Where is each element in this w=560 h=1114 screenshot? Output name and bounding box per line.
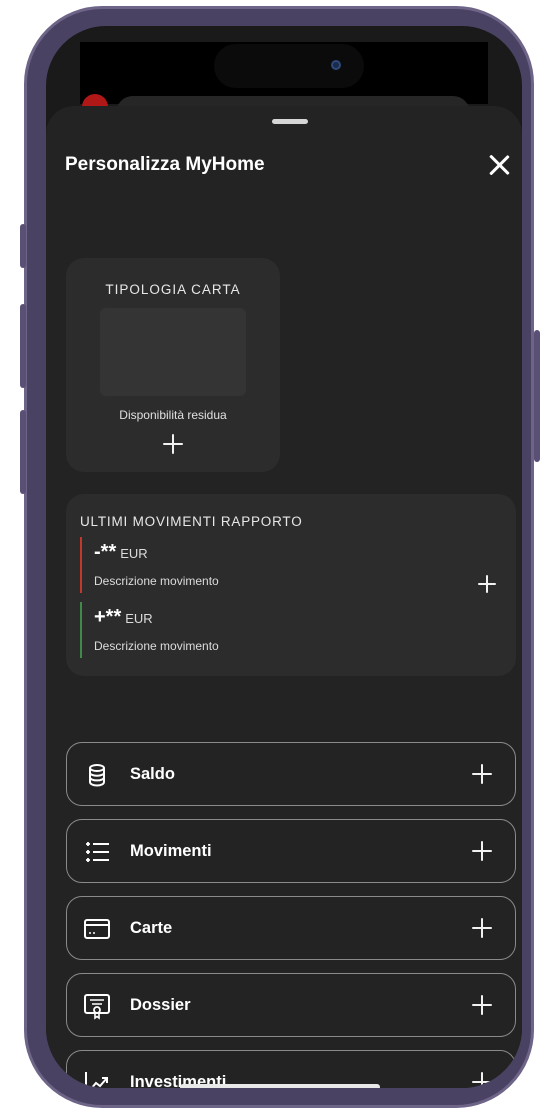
- list-item-dossier[interactable]: Dossier: [66, 973, 516, 1037]
- certificate-icon: [84, 994, 110, 1020]
- credit-card-icon: [84, 919, 110, 939]
- add-investimenti-plus-icon[interactable]: [472, 1072, 492, 1088]
- database-icon: [89, 764, 105, 787]
- card-type-title: TIPOLOGIA CARTA: [105, 282, 241, 297]
- list-item-saldo[interactable]: Saldo: [66, 742, 516, 806]
- add-card-widget-plus-icon[interactable]: [163, 434, 183, 454]
- dynamic-island: [214, 44, 364, 88]
- list-item-label: Movimenti: [130, 842, 212, 860]
- card-image-placeholder: [100, 308, 246, 396]
- movement-amount: -** EUR: [94, 541, 148, 564]
- last-movements-widget: ULTIMI MOVIMENTI RAPPORTO -** EUR Descriz…: [66, 494, 516, 676]
- movement-currency: EUR: [125, 611, 153, 626]
- list-item-label: Carte: [130, 919, 173, 937]
- drag-handle[interactable]: [272, 119, 308, 124]
- customize-sheet: Personalizza MyHome TIPOLOGIA CARTA Disp…: [46, 106, 522, 1088]
- list-item-label: Dossier: [130, 996, 191, 1014]
- side-button: [20, 224, 26, 268]
- available-balance-label: Disponibilità residua: [119, 408, 227, 422]
- add-dossier-plus-icon[interactable]: [472, 995, 492, 1015]
- side-button: [534, 330, 540, 462]
- movement-row-negative: -** EUR Descrizione movimento: [80, 537, 380, 593]
- list-item-label: Saldo: [130, 765, 175, 783]
- movement-description: Descrizione movimento: [94, 639, 219, 653]
- last-movements-title: ULTIMI MOVIMENTI RAPPORTO: [80, 514, 303, 529]
- home-indicator[interactable]: [180, 1084, 380, 1088]
- add-movimenti-plus-icon[interactable]: [472, 841, 492, 861]
- list-item-investimenti[interactable]: Investimenti: [66, 1050, 516, 1088]
- add-carte-plus-icon[interactable]: [472, 918, 492, 938]
- screen: Personalizza MyHome TIPOLOGIA CARTA Disp…: [46, 26, 522, 1088]
- movement-currency: EUR: [120, 546, 148, 561]
- list-icon: [86, 842, 109, 862]
- card-type-widget: TIPOLOGIA CARTA Disponibilità residua: [66, 258, 280, 472]
- trending-up-icon: [85, 1072, 108, 1088]
- list-item-carte[interactable]: Carte: [66, 896, 516, 960]
- list-item-movimenti[interactable]: Movimenti: [66, 819, 516, 883]
- movement-description: Descrizione movimento: [94, 574, 219, 588]
- movement-sign: -**: [94, 541, 117, 563]
- movement-sign: +**: [94, 606, 122, 628]
- side-button: [20, 410, 26, 494]
- sheet-title: Personalizza MyHome: [65, 154, 265, 175]
- add-saldo-plus-icon[interactable]: [472, 764, 492, 784]
- camera-icon: [331, 60, 341, 70]
- side-button: [20, 304, 26, 388]
- add-movements-widget-plus-icon[interactable]: [478, 575, 496, 593]
- movement-amount: +** EUR: [94, 606, 153, 629]
- movement-row-positive: +** EUR Descrizione movimento: [80, 602, 380, 658]
- close-icon[interactable]: [486, 152, 512, 178]
